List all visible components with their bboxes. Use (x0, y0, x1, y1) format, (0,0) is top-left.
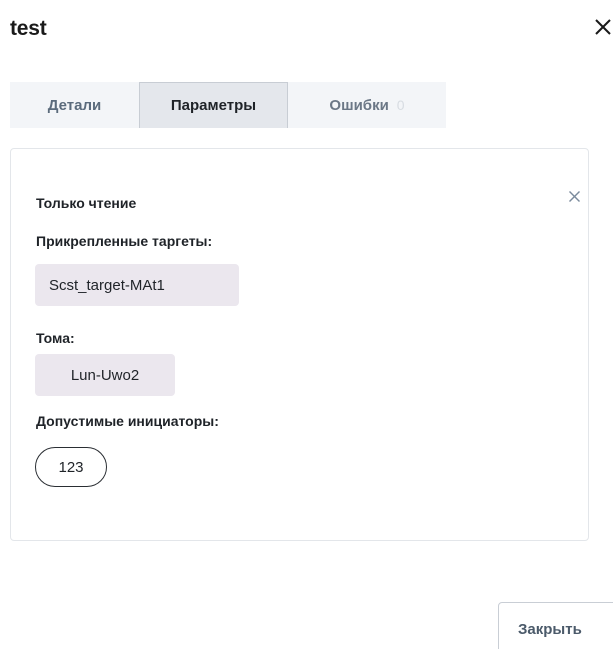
readonly-label: Только чтение (36, 195, 137, 211)
tab-details[interactable]: Детали (10, 82, 139, 128)
volume-chip: Lun-Uwo2 (35, 354, 175, 396)
target-chip: Scst_target-MAt1 (35, 264, 239, 306)
close-button-label: Закрыть (518, 620, 582, 638)
initiator-pill: 123 (35, 447, 107, 487)
target-chip-label: Scst_target-MAt1 (49, 276, 165, 294)
tab-parameters[interactable]: Параметры (139, 82, 288, 128)
parameters-panel: Только чтение Прикрепленные таргеты: Scs… (10, 148, 589, 541)
initiator-pill-label: 123 (58, 458, 84, 476)
tab-details-label: Детали (47, 96, 102, 114)
close-icon (594, 18, 612, 36)
tab-errors-label: Ошибки (329, 96, 389, 114)
parameters-dialog: test Детали Параметры Ошибки 0 Только чт… (0, 0, 613, 649)
volume-chip-label: Lun-Uwo2 (70, 366, 140, 384)
close-icon (568, 190, 581, 208)
attached-targets-label: Прикрепленные таргеты: (36, 233, 213, 249)
panel-close-button[interactable] (566, 191, 582, 207)
volumes-label: Тома: (36, 330, 75, 346)
dialog-title: test (10, 17, 47, 40)
tab-bar: Детали Параметры Ошибки 0 (10, 82, 446, 128)
allowed-initiators-label: Допустимые инициаторы: (36, 413, 219, 429)
tab-errors-count: 0 (396, 97, 405, 113)
dialog-close-button[interactable] (592, 14, 613, 40)
tab-parameters-label: Параметры (170, 97, 257, 114)
close-button[interactable]: Закрыть (498, 602, 613, 649)
tab-errors[interactable]: Ошибки 0 (288, 82, 446, 128)
